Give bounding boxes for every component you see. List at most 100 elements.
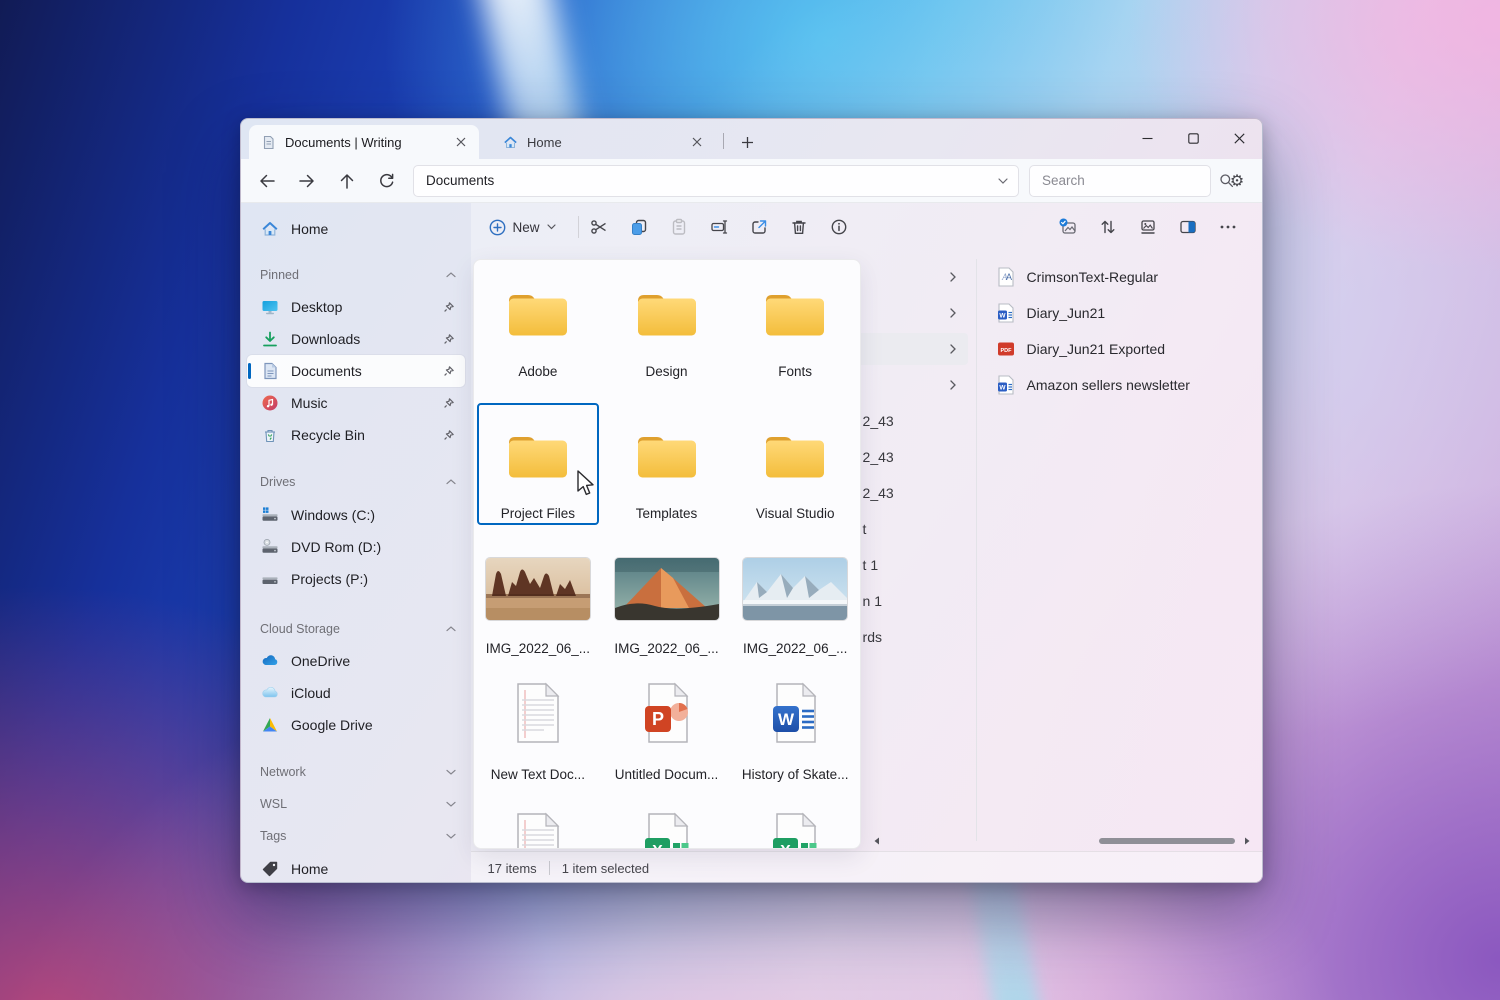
sidebar-item-dvd-d[interactable]: DVD Rom (D:) bbox=[241, 531, 471, 563]
preview-file-crimsontext[interactable]: CrimsonText-Regular bbox=[977, 259, 1252, 295]
forward-button[interactable] bbox=[295, 169, 319, 193]
address-bar[interactable]: Documents bbox=[413, 165, 1019, 197]
list-row[interactable] bbox=[861, 295, 976, 331]
tab-divider bbox=[723, 133, 724, 149]
section-header-cloud-storage[interactable]: Cloud Storage bbox=[241, 613, 471, 645]
list-row[interactable] bbox=[861, 367, 976, 403]
list-row[interactable]: t 1 bbox=[861, 547, 976, 583]
grid-item-fonts[interactable]: Fonts bbox=[734, 261, 856, 383]
chevron-down-icon[interactable] bbox=[446, 801, 456, 807]
chevron-up-icon[interactable] bbox=[446, 626, 456, 632]
share-button[interactable] bbox=[741, 210, 777, 244]
list-row[interactable]: n 1 bbox=[861, 583, 976, 619]
tab-home[interactable]: Home bbox=[491, 125, 715, 159]
chevron-up-icon[interactable] bbox=[446, 272, 456, 278]
window-controls bbox=[1124, 119, 1262, 157]
font-file-icon bbox=[997, 267, 1015, 287]
folder-preview-column: CrimsonText-Regular Diary_Jun21 Diary_Ju… bbox=[977, 259, 1252, 403]
list-row[interactable] bbox=[861, 259, 976, 295]
maximize-button[interactable] bbox=[1170, 119, 1216, 157]
list-row[interactable]: 2_43 bbox=[861, 475, 976, 511]
file-explorer-window: Documents | Writing Home bbox=[240, 118, 1263, 883]
chevron-right-icon bbox=[950, 272, 956, 282]
new-tab-button[interactable] bbox=[733, 128, 761, 156]
copy-button[interactable] bbox=[621, 210, 657, 244]
grid-item-partial-text-file[interactable] bbox=[474, 802, 603, 849]
cut-button[interactable] bbox=[581, 210, 617, 244]
grid-item-image-snow-mountains[interactable]: IMG_2022_06_... bbox=[731, 542, 860, 662]
section-header-network[interactable]: Network bbox=[241, 756, 471, 788]
sidebar-item-home[interactable]: Home bbox=[241, 213, 471, 245]
refresh-button[interactable] bbox=[375, 169, 399, 193]
grid-item-untitled-document[interactable]: Untitled Docum... bbox=[606, 663, 728, 802]
settings-gear-icon[interactable]: ⚙ bbox=[1223, 167, 1251, 195]
paste-button[interactable] bbox=[661, 210, 697, 244]
sidebar-item-documents[interactable]: Documents bbox=[247, 355, 465, 387]
section-header-wsl[interactable]: WSL bbox=[241, 788, 471, 820]
delete-button[interactable] bbox=[781, 210, 817, 244]
word-file-icon bbox=[997, 303, 1015, 323]
sidebar-item-desktop[interactable]: Desktop bbox=[241, 291, 471, 323]
search-input[interactable] bbox=[1034, 173, 1219, 188]
scroll-right-arrow[interactable] bbox=[1243, 837, 1251, 845]
tab-close-icon[interactable] bbox=[687, 132, 707, 152]
grid-item-partial-excel-file[interactable] bbox=[731, 802, 860, 849]
sidebar-item-tag-home[interactable]: Home bbox=[241, 853, 471, 883]
sidebar-item-icloud[interactable]: iCloud bbox=[241, 677, 471, 709]
sidebar-item-google-drive[interactable]: Google Drive bbox=[241, 709, 471, 741]
up-button[interactable] bbox=[335, 169, 359, 193]
list-row[interactable]: t bbox=[861, 511, 976, 547]
tab-label: Documents | Writing bbox=[285, 135, 451, 150]
chevron-down-icon[interactable] bbox=[446, 769, 456, 775]
tab-documents-writing[interactable]: Documents | Writing bbox=[249, 125, 479, 159]
list-row-highlighted[interactable] bbox=[861, 331, 976, 367]
sidebar-item-downloads[interactable]: Downloads bbox=[241, 323, 471, 355]
grid-item-image-desert[interactable]: IMG_2022_06_... bbox=[474, 542, 603, 662]
close-button[interactable] bbox=[1216, 119, 1262, 157]
grid-item-templates[interactable]: Templates bbox=[606, 403, 728, 525]
sidebar-item-onedrive[interactable]: OneDrive bbox=[241, 645, 471, 677]
grid-item-design[interactable]: Design bbox=[606, 261, 728, 383]
navigation-bar: Documents ⚙ bbox=[241, 159, 1262, 203]
tab-close-icon[interactable] bbox=[451, 132, 471, 152]
select-items-button[interactable] bbox=[1050, 210, 1086, 244]
sort-button[interactable] bbox=[1090, 210, 1126, 244]
grid-item-image-sunset-peak[interactable]: IMG_2022_06_... bbox=[602, 542, 731, 662]
list-row[interactable]: 2_43 bbox=[861, 403, 976, 439]
rename-button[interactable] bbox=[701, 210, 737, 244]
grid-item-history-of-skate[interactable]: History of Skate... bbox=[734, 663, 856, 802]
command-toolbar: New bbox=[471, 203, 1262, 251]
sidebar-item-windows-c[interactable]: Windows (C:) bbox=[241, 499, 471, 531]
sidebar-item-recycle-bin[interactable]: Recycle Bin bbox=[241, 419, 471, 451]
grid-item-visual-studio[interactable]: Visual Studio bbox=[734, 403, 856, 525]
chevron-up-icon[interactable] bbox=[446, 479, 456, 485]
info-button[interactable] bbox=[821, 210, 857, 244]
section-header-tags[interactable]: Tags bbox=[241, 820, 471, 852]
sidebar-item-music[interactable]: Music bbox=[241, 387, 471, 419]
new-button[interactable]: New bbox=[479, 210, 566, 244]
grid-item-new-text-doc[interactable]: New Text Doc... bbox=[477, 663, 599, 802]
grid-item-adobe[interactable]: Adobe bbox=[477, 261, 599, 383]
folder-icon bbox=[506, 430, 570, 482]
gallery-view-button[interactable] bbox=[1130, 210, 1166, 244]
list-row[interactable]: 2_43 bbox=[861, 439, 976, 475]
list-row[interactable]: rds bbox=[861, 619, 976, 655]
section-header-drives[interactable]: Drives bbox=[241, 466, 471, 498]
sidebar-item-projects-p[interactable]: Projects (P:) bbox=[241, 563, 471, 595]
preview-pane-button[interactable] bbox=[1170, 210, 1206, 244]
more-options-button[interactable] bbox=[1210, 210, 1246, 244]
grid-item-partial-excel-file[interactable] bbox=[602, 802, 731, 849]
search-box bbox=[1029, 165, 1211, 197]
back-button[interactable] bbox=[255, 169, 279, 193]
grid-item-project-files-selected[interactable]: Project Files bbox=[477, 403, 599, 525]
photo-thumbnail-desert bbox=[486, 558, 590, 620]
section-header-pinned[interactable]: Pinned bbox=[241, 259, 471, 291]
preview-file-diary-jun21-exported[interactable]: Diary_Jun21 Exported bbox=[977, 331, 1252, 367]
address-chevron-down-icon[interactable] bbox=[998, 178, 1008, 184]
preview-file-amazon-newsletter[interactable]: Amazon sellers newsletter bbox=[977, 367, 1252, 403]
pin-icon bbox=[443, 333, 455, 345]
preview-file-diary-jun21[interactable]: Diary_Jun21 bbox=[977, 295, 1252, 331]
chevron-down-icon[interactable] bbox=[446, 833, 456, 839]
minimize-button[interactable] bbox=[1124, 119, 1170, 157]
scrollbar-thumb[interactable] bbox=[1099, 838, 1235, 844]
